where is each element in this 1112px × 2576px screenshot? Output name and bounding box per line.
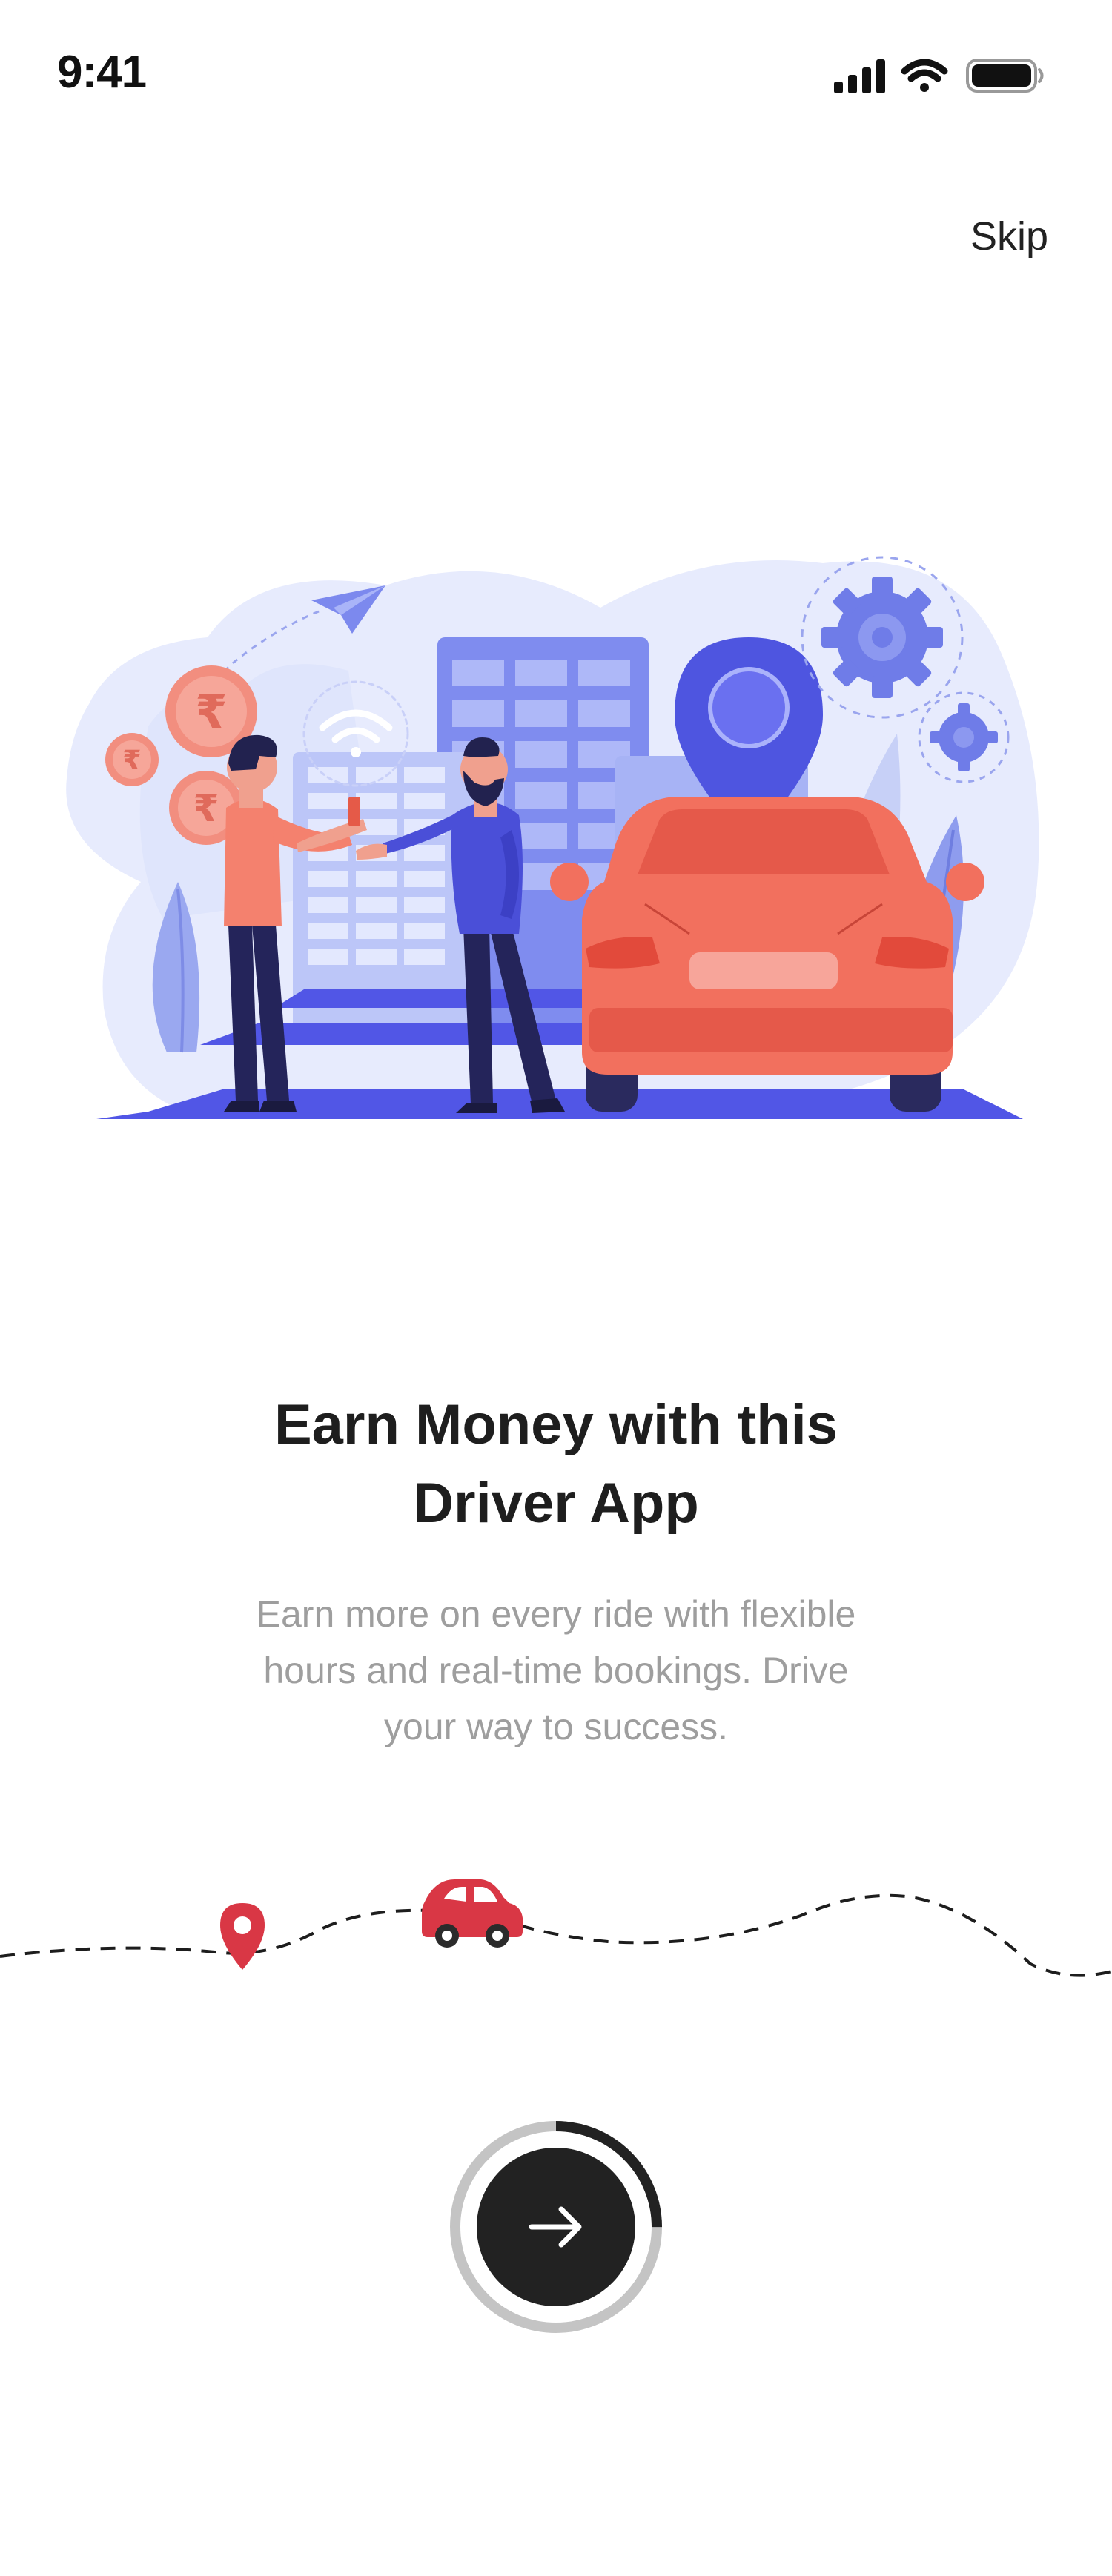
driver-handshake-car-illustration: ₹ ₹ ₹ [66, 556, 1039, 1119]
description-line-2: hours and real-time bookings. Drive [263, 1650, 849, 1691]
description-line-1: Earn more on every ride with flexible [256, 1593, 856, 1635]
status-bar: 9:41 [0, 0, 1112, 148]
next-button-wrapper [449, 2119, 663, 2334]
arrow-right-icon [529, 2206, 582, 2248]
skip-button[interactable]: Skip [970, 213, 1048, 259]
location-pin-icon [220, 1903, 265, 1970]
next-button[interactable] [477, 2148, 635, 2306]
onboarding-screen: 9:41 Skip ₹ ₹ ₹ Earn Money with this Dri… [0, 0, 1112, 2576]
svg-text:₹: ₹ [195, 685, 227, 739]
status-time: 9:41 [57, 47, 147, 98]
onboarding-description: Earn more on every ride with flexible ho… [185, 1586, 927, 1755]
description-line-3: your way to success. [383, 1706, 729, 1747]
svg-text:₹: ₹ [193, 787, 219, 830]
route-illustration [0, 1879, 1112, 1977]
title-line-2: Driver App [413, 1472, 699, 1535]
svg-text:₹: ₹ [122, 746, 141, 776]
battery-icon [966, 59, 1044, 93]
onboarding-title: Earn Money with this Driver App [111, 1386, 1001, 1543]
status-icons [834, 59, 1044, 93]
wifi-icon [901, 59, 948, 92]
dashed-route-line [0, 1893, 1112, 1977]
cellular-signal-icon [834, 59, 885, 93]
car-icon [422, 1879, 523, 1948]
title-line-1: Earn Money with this [274, 1393, 838, 1456]
